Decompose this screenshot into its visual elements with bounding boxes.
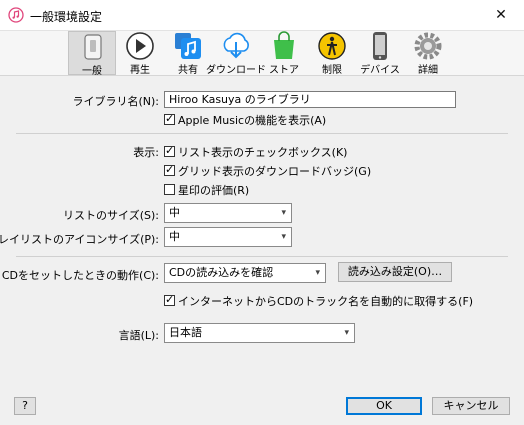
sharing-icon (175, 33, 201, 59)
language-value: 日本語 (169, 326, 202, 339)
tab-advanced[interactable]: 詳細 (404, 31, 452, 76)
advanced-icon (414, 32, 442, 60)
download-badges-checkbox[interactable]: ✓ (164, 163, 175, 176)
general-panel: ライブラリ名(N): Hiroo Kasuya のライブラリ ✓ Apple M… (0, 76, 524, 425)
title-bar: 一般環境設定 ✕ (0, 0, 524, 31)
list-size-label: リストのサイズ(S): (63, 209, 159, 222)
tab-label: ストア (269, 65, 299, 76)
tab-label: 共有 (178, 65, 198, 76)
tab-general[interactable]: 一般 (68, 31, 116, 77)
show-label: 表示: (133, 146, 159, 159)
chevron-down-icon: ▾ (281, 208, 286, 218)
tab-restrictions[interactable]: 制限 (308, 31, 356, 76)
chevron-down-icon: ▾ (281, 232, 286, 242)
chevron-down-icon: ▾ (344, 328, 349, 338)
download-icon (223, 32, 249, 59)
separator (16, 256, 508, 257)
close-icon: ✕ (495, 7, 507, 23)
list-checkboxes-checkbox[interactable]: ✓ (164, 144, 175, 157)
tab-playback[interactable]: 再生 (116, 31, 164, 76)
download-badges-label: グリッド表示のダウンロードバッジ(G) (178, 165, 372, 178)
list-size-select[interactable]: 中 ▾ (164, 203, 292, 223)
list-size-value: 中 (169, 206, 180, 219)
general-icon (84, 34, 102, 60)
check-icon: ✓ (165, 112, 175, 125)
devices-icon (373, 32, 387, 60)
import-settings-button[interactable]: 読み込み設定(O)… (338, 262, 452, 282)
playlist-icon-size-label: プレイリストのアイコンサイズ(P): (0, 233, 159, 246)
tab-label: デバイス (360, 65, 400, 76)
tab-label: 制限 (322, 65, 342, 76)
cd-insert-label: CDをセットしたときの動作(C): (1, 269, 159, 282)
tab-downloads[interactable]: ダウンロード (206, 31, 266, 76)
tab-devices[interactable]: デバイス (356, 31, 404, 76)
preferences-toolbar: 一般 再生 共有 ダウンロード ストア 制限 デバイス 詳細 (0, 31, 524, 77)
tab-sharing[interactable]: 共有 (164, 31, 212, 76)
cancel-button[interactable]: キャンセル (432, 397, 510, 415)
playlist-icon-size-select[interactable]: 中 ▾ (164, 227, 292, 247)
check-icon: ✓ (165, 163, 175, 176)
language-select[interactable]: 日本語 ▾ (164, 323, 355, 343)
itunes-app-icon (8, 7, 24, 23)
store-icon (274, 31, 294, 59)
tab-label: 一般 (82, 66, 102, 77)
tab-label: 再生 (130, 65, 150, 76)
language-label: 言語(L): (118, 329, 159, 342)
track-names-checkbox[interactable]: ✓ (164, 293, 175, 306)
playlist-icon-size-value: 中 (169, 230, 180, 243)
cd-insert-value: CDの読み込みを確認 (169, 266, 274, 279)
track-names-label: インターネットからCDのトラック名を自動的に取得する(F) (178, 295, 474, 308)
tab-label: 詳細 (418, 65, 438, 76)
star-ratings-label: 星印の評価(R) (178, 184, 250, 197)
star-ratings-checkbox[interactable] (164, 184, 175, 195)
separator (16, 133, 508, 134)
help-button[interactable]: ? (14, 397, 36, 415)
check-icon: ✓ (165, 293, 175, 306)
apple-music-checkbox[interactable]: ✓ (164, 112, 175, 125)
tab-label: ダウンロード (206, 65, 266, 76)
library-name-label: ライブラリ名(N): (72, 95, 159, 108)
cd-insert-select[interactable]: CDの読み込みを確認 ▾ (164, 263, 326, 283)
window-title: 一般環境設定 (30, 10, 103, 24)
ok-button[interactable]: OK (346, 397, 422, 415)
restrictions-icon (318, 32, 346, 60)
tab-store[interactable]: ストア (260, 31, 308, 76)
check-icon: ✓ (165, 144, 175, 157)
close-button[interactable]: ✕ (478, 0, 524, 30)
apple-music-label: Apple Musicの機能を表示(A) (178, 114, 327, 127)
list-checkboxes-label: リスト表示のチェックボックス(K) (178, 146, 348, 159)
library-name-field[interactable]: Hiroo Kasuya のライブラリ (164, 91, 456, 108)
chevron-down-icon: ▾ (315, 268, 320, 278)
playback-icon (126, 32, 154, 60)
